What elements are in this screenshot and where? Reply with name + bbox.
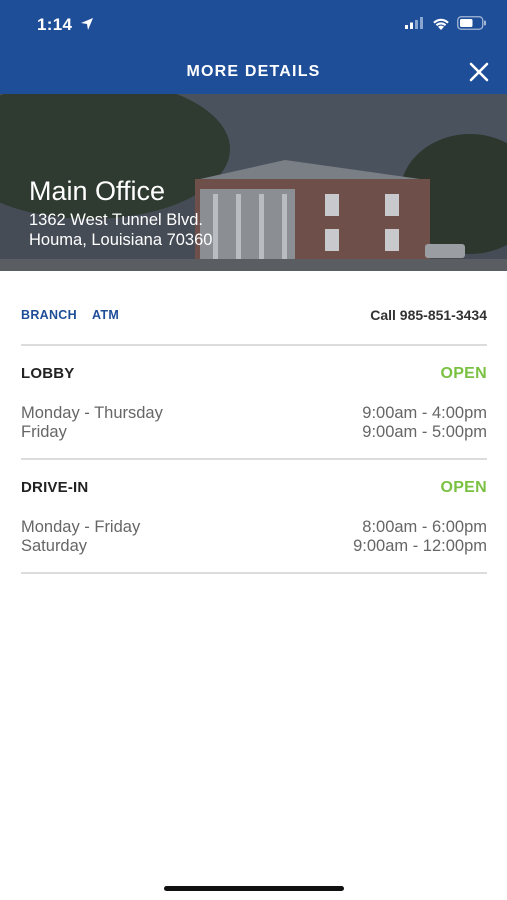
- atm-tag[interactable]: ATM: [92, 308, 119, 322]
- drive-in-section: DRIVE-IN OPEN Monday - Friday 8:00am - 6…: [21, 460, 487, 574]
- status-badge: OPEN: [440, 479, 487, 496]
- battery-icon: [457, 16, 486, 30]
- hours-time: 9:00am - 4:00pm: [362, 404, 487, 422]
- hours-day: Monday - Thursday: [21, 404, 163, 422]
- branch-name: Main Office: [29, 176, 166, 206]
- type-and-contact-row: BRANCH ATM Call 985-851-3434: [21, 271, 487, 346]
- branch-address-line2: Houma, Louisiana 70360: [29, 231, 213, 249]
- status-indicators: [405, 16, 487, 30]
- status-badge: OPEN: [440, 365, 487, 382]
- lobby-section: LOBBY OPEN Monday - Thursday 9:00am - 4:…: [21, 346, 487, 460]
- hours-day: Saturday: [21, 537, 88, 555]
- wifi-icon: [433, 18, 449, 30]
- nav-bar: MORE DETAILS: [0, 50, 507, 94]
- cellular-signal-icon: [405, 17, 423, 29]
- location-arrow-icon: [81, 18, 93, 30]
- details-content: BRANCH ATM Call 985-851-3434 LOBBY OPEN …: [21, 271, 487, 574]
- branch-tag[interactable]: BRANCH: [21, 308, 77, 322]
- hours-day: Friday: [21, 423, 67, 441]
- section-title: LOBBY: [21, 365, 75, 382]
- close-icon[interactable]: [468, 61, 490, 83]
- page-title: MORE DETAILS: [186, 63, 321, 80]
- home-indicator[interactable]: [164, 886, 344, 891]
- hours-time: 8:00am - 6:00pm: [362, 518, 487, 536]
- status-time: 1:14: [37, 15, 73, 34]
- branch-address-line1: 1362 West Tunnel Blvd.: [29, 211, 203, 229]
- hours-time: 9:00am - 12:00pm: [353, 537, 487, 555]
- hours-time: 9:00am - 5:00pm: [362, 423, 487, 441]
- branch-hero: Main Office 1362 West Tunnel Blvd. Houma…: [0, 94, 507, 271]
- hours-day: Monday - Friday: [21, 518, 141, 536]
- status-bar: 1:14: [0, 0, 507, 50]
- call-phone-link[interactable]: Call 985-851-3434: [370, 307, 487, 323]
- section-title: DRIVE-IN: [21, 479, 89, 496]
